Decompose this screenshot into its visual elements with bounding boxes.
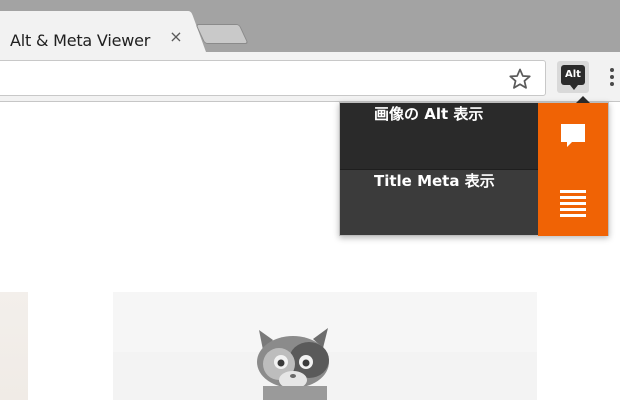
star-icon[interactable] <box>507 66 533 92</box>
tab-strip: Alt & Meta Viewer × <box>0 0 620 52</box>
new-tab-icon[interactable] <box>195 24 249 44</box>
popup-item-label: 画像の Alt 表示 <box>374 105 484 123</box>
comment-icon <box>538 103 608 169</box>
tab-alt-meta-viewer[interactable]: Alt & Meta Viewer × <box>0 11 192 52</box>
address-bar[interactable] <box>0 60 546 96</box>
list-icon <box>538 169 608 236</box>
content-image-left <box>0 292 28 400</box>
content-image-cat <box>113 292 537 400</box>
show-image-alt-button[interactable]: 画像の Alt 表示 <box>340 103 608 169</box>
extension-popup: 画像の Alt 表示 Title Meta 表示 <box>339 96 609 236</box>
cat-photo <box>113 292 537 400</box>
close-icon[interactable]: × <box>167 28 185 46</box>
vertical-dots-icon[interactable] <box>608 68 616 88</box>
tab-title: Alt & Meta Viewer <box>10 31 151 50</box>
extension-button[interactable]: Alt <box>557 61 589 93</box>
popup-item-label: Title Meta 表示 <box>374 172 495 190</box>
show-title-meta-button[interactable]: Title Meta 表示 <box>340 169 608 236</box>
chat-bubble-icon: Alt <box>561 65 585 90</box>
toolbar: Alt <box>0 52 620 102</box>
